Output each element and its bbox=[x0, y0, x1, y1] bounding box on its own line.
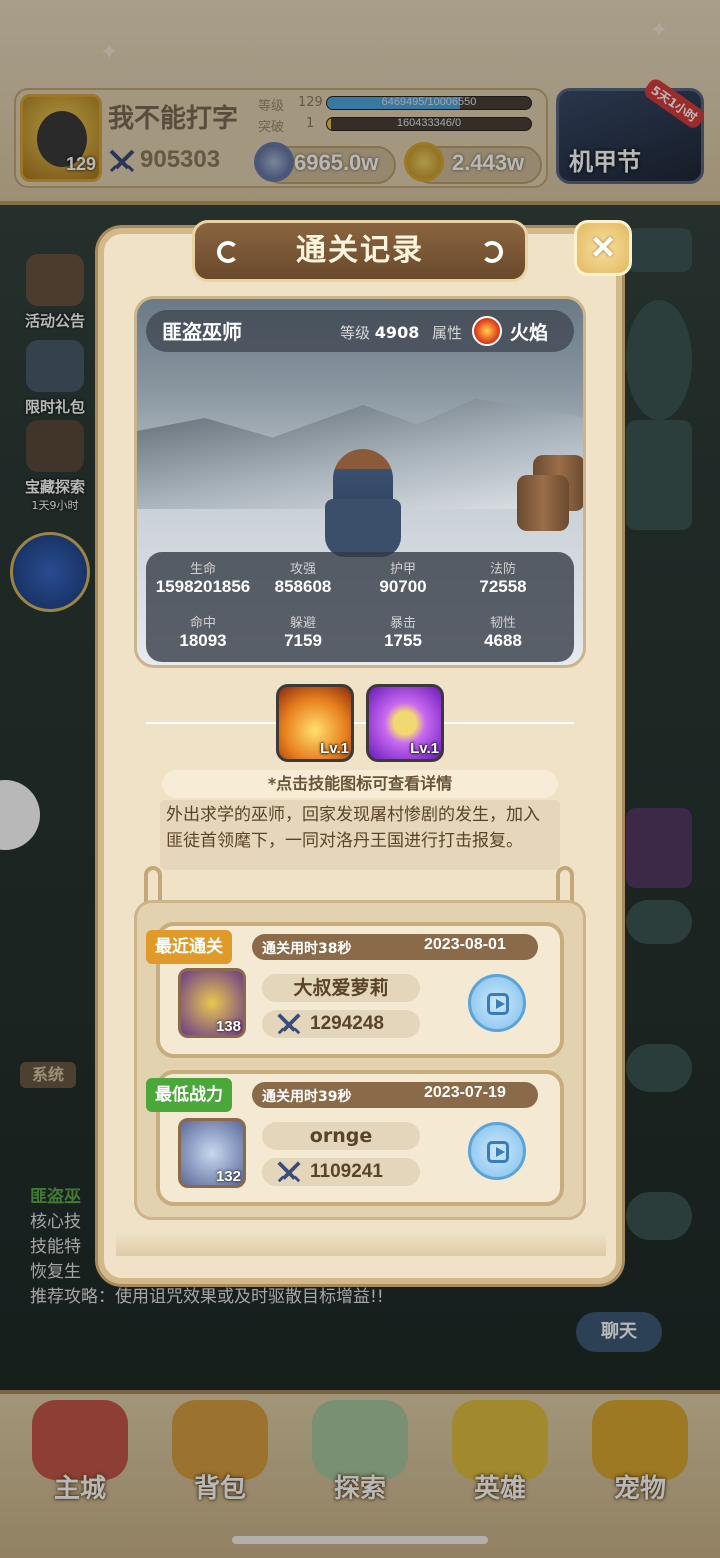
crossed-swords-icon bbox=[277, 1161, 301, 1183]
record-power: 1294248 bbox=[262, 1010, 420, 1038]
play-icon bbox=[487, 1141, 509, 1163]
replay-button[interactable] bbox=[468, 974, 526, 1032]
record-date: 2023-08-01 bbox=[424, 936, 506, 953]
play-icon bbox=[487, 993, 509, 1015]
fire-element-icon bbox=[472, 316, 502, 346]
close-button[interactable]: × bbox=[574, 220, 632, 276]
enemy-level: 等级 4908 bbox=[340, 323, 420, 342]
replay-button[interactable] bbox=[468, 1122, 526, 1180]
ornament-icon bbox=[217, 241, 239, 263]
stat-hit: 命中 18093 bbox=[179, 616, 227, 650]
record-player-name: ornge bbox=[262, 1122, 420, 1150]
stat-attack: 攻强 858608 bbox=[274, 562, 332, 596]
record-player-avatar[interactable]: 132 bbox=[178, 1118, 246, 1188]
crossed-swords-icon bbox=[277, 1013, 301, 1035]
shield-skill-icon[interactable]: Lv.1 bbox=[366, 684, 444, 762]
record-player-avatar[interactable]: 138 bbox=[178, 968, 246, 1038]
record-tag-recent: 最近通关 bbox=[146, 930, 232, 964]
record-power: 1109241 bbox=[262, 1158, 420, 1186]
enemy-attribute-label: 属性 bbox=[432, 324, 463, 342]
ornament-icon bbox=[481, 241, 503, 263]
skill-hint: *点击技能图标可查看详情 bbox=[162, 770, 558, 798]
barrel bbox=[517, 475, 569, 531]
record-date: 2023-07-19 bbox=[424, 1084, 506, 1101]
record-clear-time: 通关用时38秒 bbox=[262, 941, 352, 957]
record-tag-lowest-power: 最低战力 bbox=[146, 1078, 232, 1112]
dialog-title-bar: 通关记录 bbox=[192, 220, 528, 282]
close-icon: × bbox=[591, 225, 615, 269]
enemy-description: 外出求学的巫师，回家发现屠村惨剧的发生，加入匪徒首领麾下，一同对洛丹王国进行打击… bbox=[160, 800, 560, 870]
stat-armor: 护甲 90700 bbox=[379, 562, 427, 596]
enemy-name: 匪盗巫师 bbox=[162, 320, 242, 344]
stat-magic-def: 法防 72558 bbox=[479, 562, 527, 596]
stat-tenacity: 韧性 4688 bbox=[484, 616, 522, 650]
enemy-robe bbox=[325, 499, 401, 557]
section-divider bbox=[146, 722, 574, 724]
record-player-name: 大叔爱萝莉 bbox=[262, 974, 420, 1002]
dialog-title: 通关记录 bbox=[296, 233, 424, 268]
stat-dodge: 躲避 7159 bbox=[284, 616, 322, 650]
enemy-attribute-value: 火焰 bbox=[510, 322, 549, 344]
silhouette-decoration bbox=[116, 1232, 606, 1256]
record-clear-time: 通关用时39秒 bbox=[262, 1089, 352, 1105]
stat-hp: 生命 1598201856 bbox=[155, 562, 251, 596]
fire-skill-icon[interactable]: Lv.1 bbox=[276, 684, 354, 762]
stat-crit: 暴击 1755 bbox=[384, 616, 422, 650]
